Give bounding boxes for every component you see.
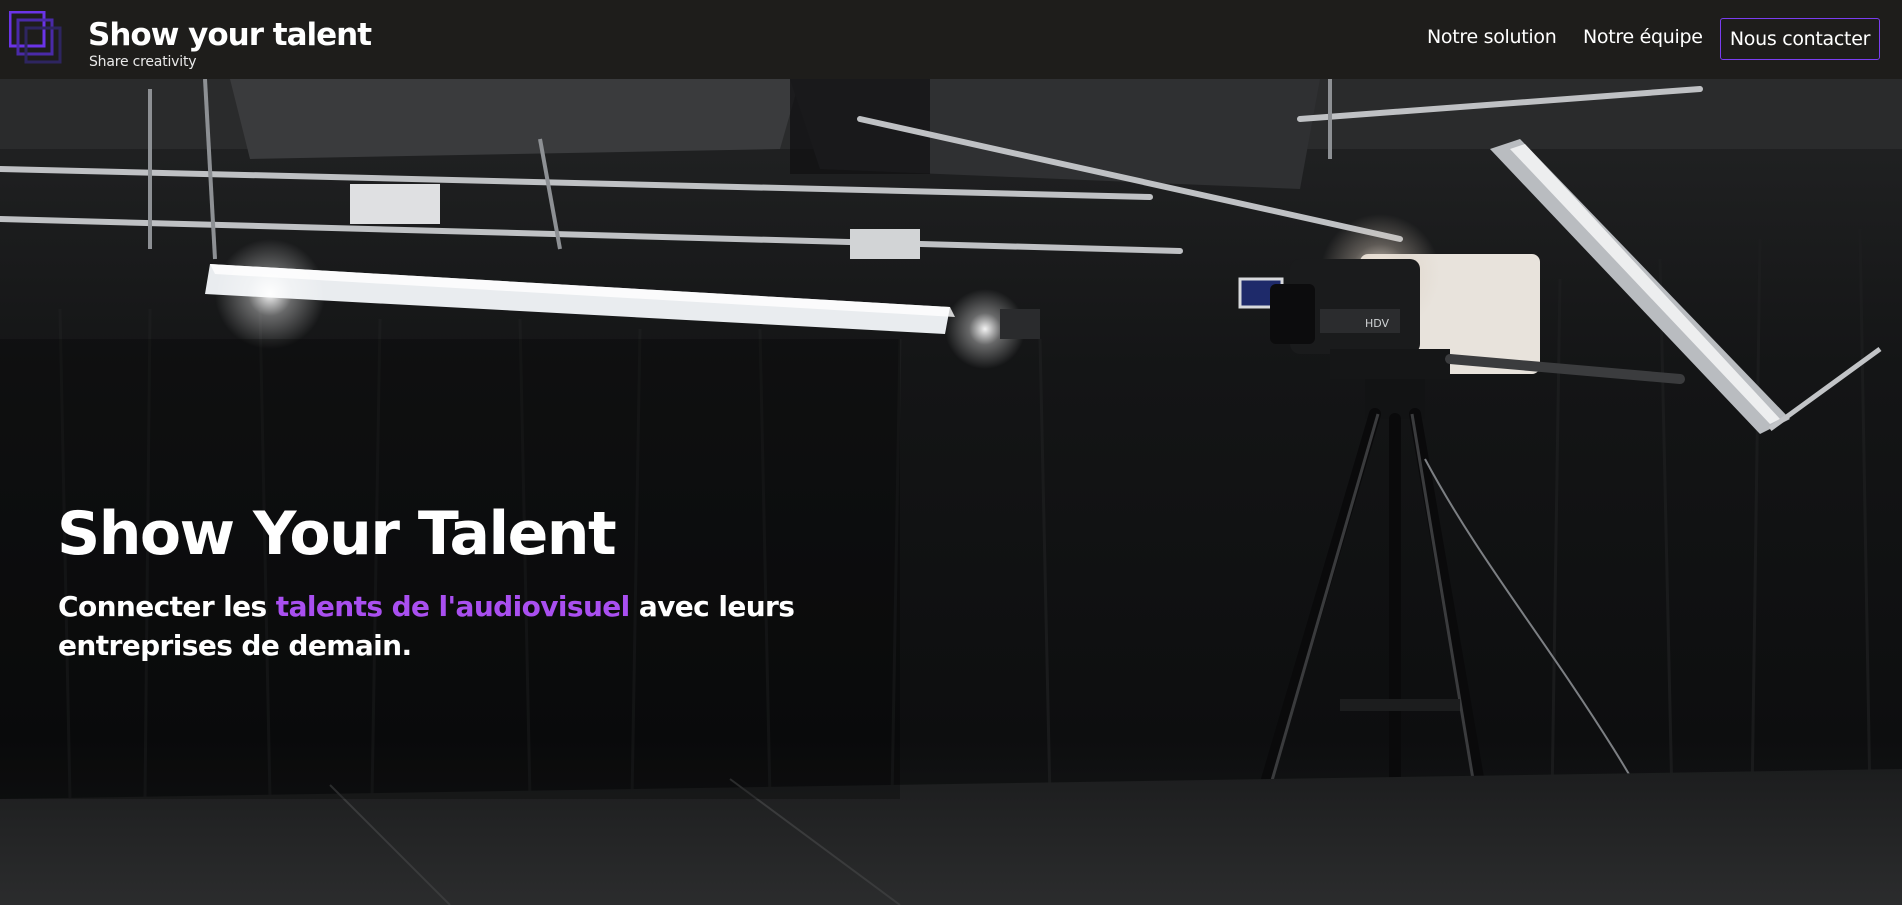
brand-tagline: Share creativity xyxy=(89,54,197,70)
site-header: Show your talent Share creativity Notre … xyxy=(0,0,1902,79)
hero-title: Show Your Talent xyxy=(57,499,617,569)
hero-subtitle: Connecter les talents de l'audiovisuel a… xyxy=(58,587,858,665)
hero-subtitle-highlight: talents de l'audiovisuel xyxy=(275,590,631,623)
hero-subtitle-part1: Connecter les xyxy=(58,590,276,623)
nav-link-team[interactable]: Notre équipe xyxy=(1583,26,1703,48)
brand-title[interactable]: Show your talent xyxy=(88,17,372,53)
studio-background-image: HDV xyxy=(0,79,1902,905)
contact-button[interactable]: Nous contacter xyxy=(1720,18,1880,60)
hero-section: HDV Show Your Talent Connecter les talen… xyxy=(0,79,1902,905)
logo-icon[interactable] xyxy=(9,11,69,71)
nav-link-solution[interactable]: Notre solution xyxy=(1427,26,1557,48)
svg-text:HDV: HDV xyxy=(1365,317,1390,330)
